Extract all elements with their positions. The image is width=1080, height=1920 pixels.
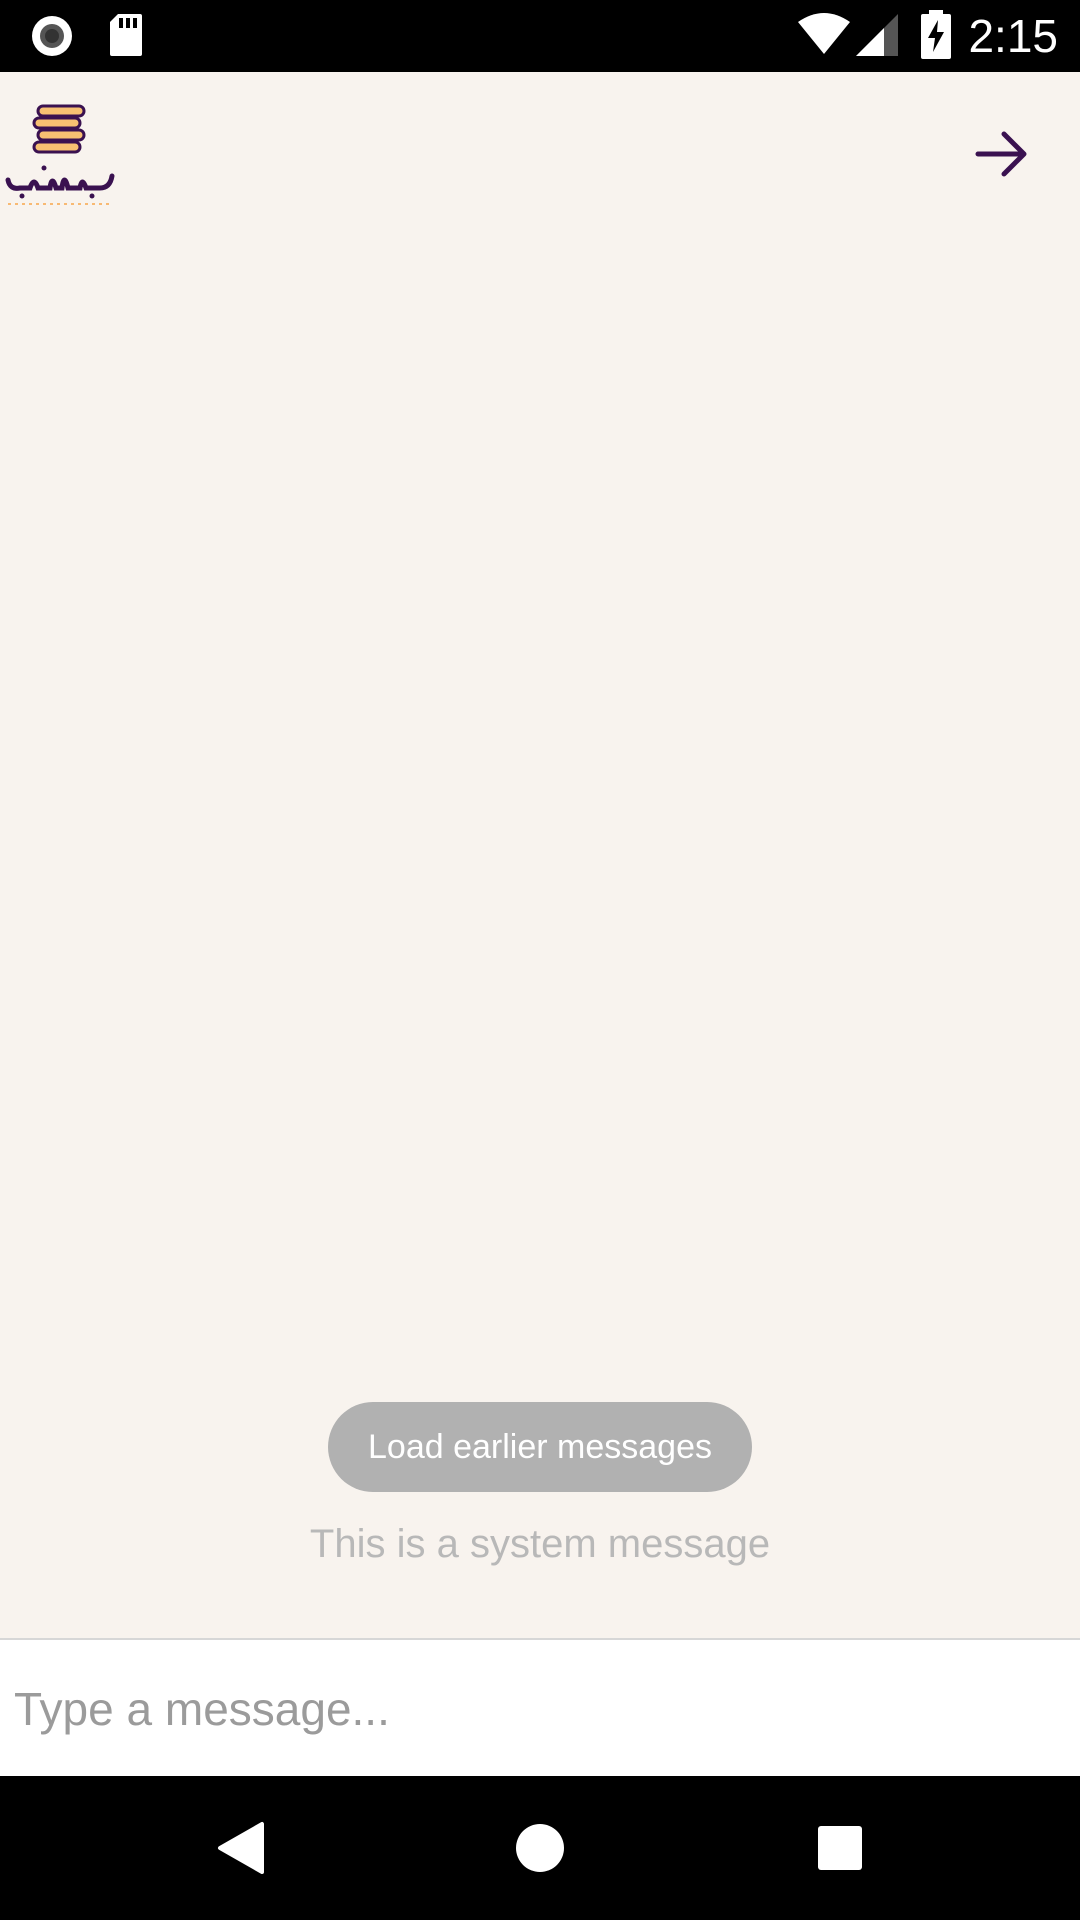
status-bar: 2:15 — [0, 0, 1080, 72]
message-input[interactable] — [12, 1660, 1066, 1758]
arrow-right-icon — [975, 131, 1027, 177]
back-button[interactable] — [972, 124, 1032, 184]
back-triangle-icon — [218, 1822, 264, 1874]
record-icon — [30, 14, 74, 62]
nav-home-button[interactable] — [480, 1776, 600, 1920]
system-message: This is a system message — [309, 1522, 771, 1566]
signal-icon — [854, 12, 900, 62]
chat-screen: Load earlier messages This is a system m… — [0, 72, 1080, 1638]
nav-back-button[interactable] — [180, 1776, 300, 1920]
app-logo — [0, 102, 120, 212]
status-time: 2:15 — [968, 10, 1058, 62]
message-composer — [0, 1638, 1080, 1776]
recents-square-icon — [818, 1826, 862, 1870]
nav-recents-button[interactable] — [780, 1776, 900, 1920]
home-circle-icon — [516, 1824, 564, 1872]
navigation-bar — [0, 1776, 1080, 1920]
sd-card-icon — [108, 12, 144, 62]
battery-charging-icon — [920, 10, 952, 64]
load-earlier-button[interactable]: Load earlier messages — [328, 1402, 752, 1492]
wifi-icon — [796, 12, 852, 60]
